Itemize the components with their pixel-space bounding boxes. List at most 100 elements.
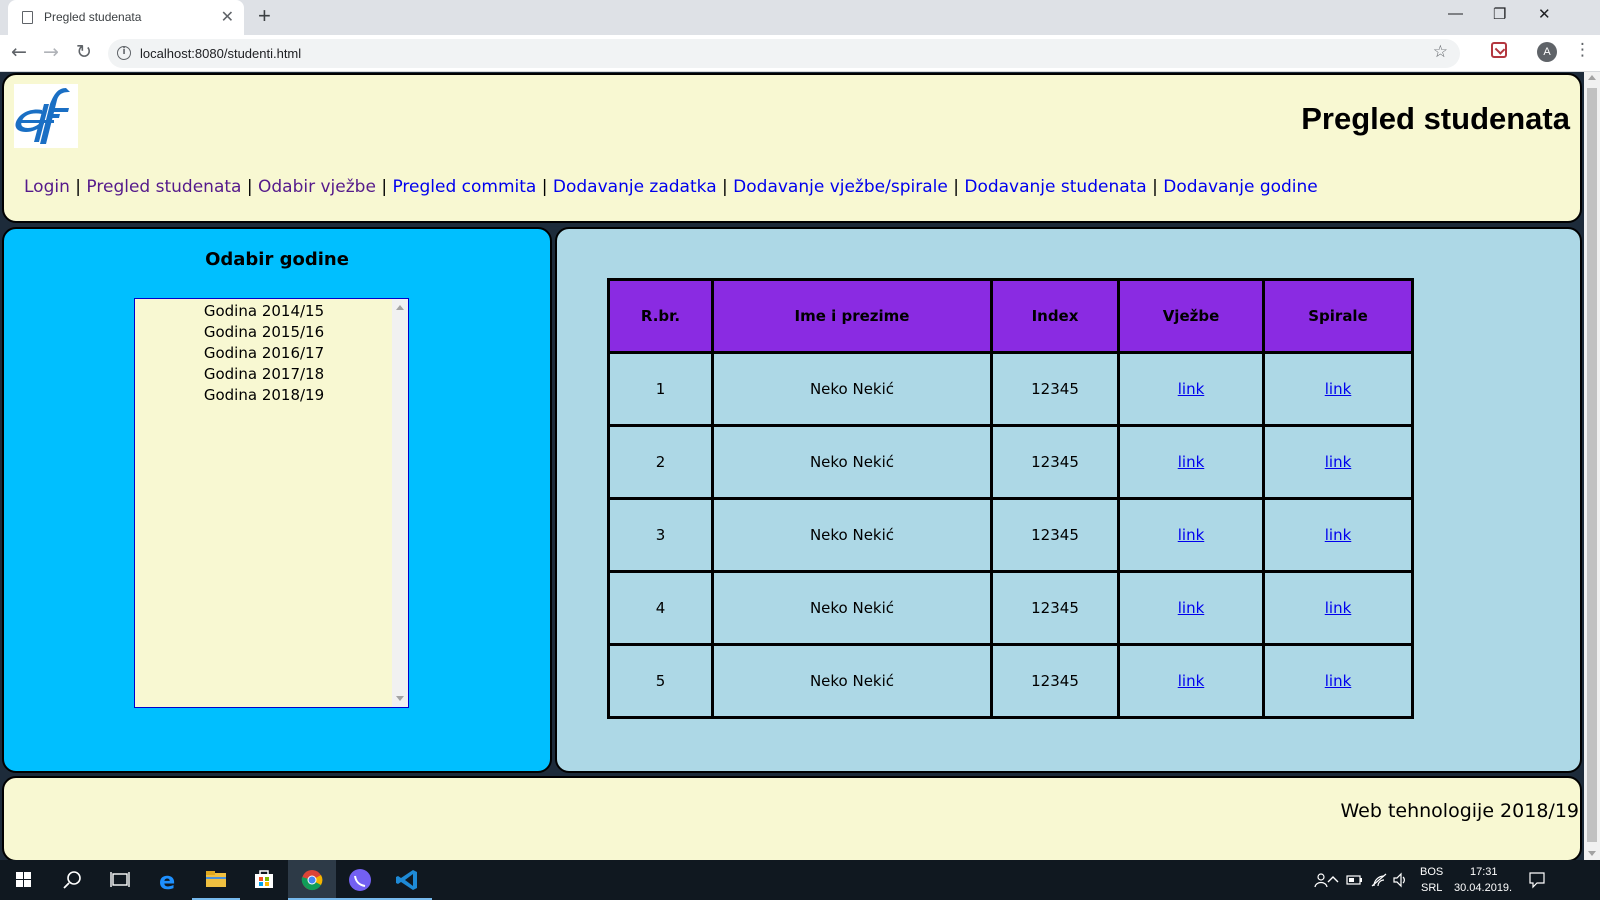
windows-start-icon[interactable] [0,860,48,900]
svg-text:e: e [159,867,175,895]
site-info-icon[interactable]: i [117,46,131,60]
table-row: 4 Neko Nekić 12345 link link [607,570,1414,646]
cell-name: Neko Nekić [711,643,993,719]
wifi-icon[interactable] [1370,872,1388,888]
nav-link-pregled-commita[interactable]: Pregled commita [392,177,536,197]
column-header-name: Ime i prezime [711,278,993,354]
cell-spirale: link [1262,570,1414,646]
nav-separator: | [953,177,959,197]
viber-icon[interactable] [336,860,384,900]
table-header-row: R.br. Ime i prezime Index Vježbe Spirale [607,278,1414,354]
edge-icon[interactable]: e [144,860,192,900]
language-indicator-line2[interactable]: SRL [1421,882,1442,894]
address-bar[interactable]: i localhost:8080/studenti.html ☆ [108,39,1460,68]
vjezbe-link[interactable]: link [1178,526,1205,544]
cell-name: Neko Nekić [711,570,993,646]
browser-tab[interactable]: Pregled studenata ✕ [8,0,244,35]
search-icon[interactable] [48,860,96,900]
spirale-link[interactable]: link [1325,453,1352,471]
cell-rbr: 5 [607,643,714,719]
year-option[interactable]: Godina 2017/18 [135,364,393,385]
forward-button[interactable]: → [43,41,59,63]
nav-separator: | [381,177,388,197]
page-document-icon [22,11,33,24]
browser-menu-icon[interactable]: ⋮ [1574,40,1591,60]
cell-index: 12345 [990,424,1120,500]
volume-icon[interactable] [1392,872,1408,888]
page-footer: Web tehnologije 2018/19 [2,776,1582,860]
students-table: R.br. Ime i prezime Index Vježbe Spirale… [607,278,1414,719]
table-row: 2 Neko Nekić 12345 link link [607,424,1414,500]
file-explorer-icon[interactable] [192,860,240,900]
year-selection-title: Odabir godine [205,249,349,270]
table-row: 1 Neko Nekić 12345 link link [607,351,1414,427]
tab-close-icon[interactable]: ✕ [221,7,234,26]
cell-rbr: 4 [607,570,714,646]
nav-link-dodavanje-godine[interactable]: Dodavanje godine [1163,177,1317,197]
clock-date[interactable]: 30.04.2019. [1454,882,1512,894]
year-listbox[interactable]: Godina 2014/15 Godina 2015/16 Godina 201… [134,298,409,708]
close-window-button[interactable]: ✕ [1538,5,1551,23]
nav-link-login[interactable]: Login [24,177,70,197]
listbox-scrollbar[interactable] [392,299,408,707]
spirale-link[interactable]: link [1325,599,1352,617]
year-options: Godina 2014/15 Godina 2015/16 Godina 201… [135,301,393,406]
spirale-link[interactable]: link [1325,526,1352,544]
year-selection-panel: Odabir godine Godina 2014/15 Godina 2015… [2,227,552,773]
minimize-button[interactable]: — [1448,5,1463,22]
bookmark-star-icon[interactable]: ☆ [1433,42,1448,62]
restore-button[interactable]: ❐ [1493,5,1506,23]
scrollbar-thumb[interactable] [1587,88,1597,842]
new-tab-button[interactable]: + [258,3,271,29]
system-tray: BOS SRL 17:31 30.04.2019. [1300,860,1600,900]
vjezbe-link[interactable]: link [1178,453,1205,471]
back-button[interactable]: ← [11,41,27,63]
vjezbe-link[interactable]: link [1178,380,1205,398]
nav-link-dodavanje-vjezbe-spirale[interactable]: Dodavanje vježbe/spirale [733,177,948,197]
address-url[interactable]: localhost:8080/studenti.html [140,46,301,61]
nav-separator: | [722,177,728,197]
scroll-down-arrow-icon[interactable] [396,696,404,701]
year-option[interactable]: Godina 2014/15 [135,301,393,322]
reload-button[interactable]: ↻ [76,41,92,63]
spirale-link[interactable]: link [1325,380,1352,398]
battery-icon[interactable] [1346,874,1364,886]
year-option[interactable]: Godina 2016/17 [135,343,393,364]
clock-time[interactable]: 17:31 [1470,866,1498,878]
spirale-link[interactable]: link [1325,672,1352,690]
scroll-up-arrow-icon[interactable] [396,305,404,310]
year-option[interactable]: Godina 2018/19 [135,385,393,406]
store-icon[interactable] [240,860,288,900]
notifications-icon[interactable] [1528,871,1546,889]
footer-text: Web tehnologije 2018/19 [1340,800,1580,822]
cell-spirale: link [1262,351,1414,427]
cell-index: 12345 [990,351,1120,427]
task-view-icon[interactable] [96,860,144,900]
nav-link-odabir-vjezbe[interactable]: Odabir vježbe [258,177,376,197]
vjezbe-link[interactable]: link [1178,599,1205,617]
chrome-icon[interactable] [288,860,336,900]
scroll-down-arrow-icon[interactable] [1588,851,1596,856]
page-header: Pregled studenata Login | Pregled studen… [2,73,1582,223]
cell-vjezbe: link [1117,643,1265,719]
main-navigation: Login | Pregled studenata | Odabir vježb… [24,177,1318,197]
cell-rbr: 2 [607,424,714,500]
nav-link-pregled-studenata[interactable]: Pregled studenata [86,177,241,197]
page-title: Pregled studenata [1301,101,1570,136]
profile-avatar[interactable]: A [1537,42,1557,62]
cell-vjezbe: link [1117,424,1265,500]
etf-logo [14,84,78,148]
page-viewport: Pregled studenata Login | Pregled studen… [0,72,1584,860]
vscode-icon[interactable] [384,860,432,900]
nav-link-dodavanje-zadatka[interactable]: Dodavanje zadatka [553,177,717,197]
language-indicator-line1[interactable]: BOS [1420,866,1443,878]
year-option[interactable]: Godina 2015/16 [135,322,393,343]
cell-vjezbe: link [1117,351,1265,427]
chevron-up-icon[interactable] [1326,874,1340,884]
pocket-extension-icon[interactable] [1491,42,1507,58]
vjezbe-link[interactable]: link [1178,672,1205,690]
cell-name: Neko Nekić [711,497,993,573]
scroll-up-arrow-icon[interactable] [1588,75,1596,80]
page-scrollbar[interactable] [1584,72,1600,860]
nav-link-dodavanje-studenata[interactable]: Dodavanje studenata [964,177,1146,197]
